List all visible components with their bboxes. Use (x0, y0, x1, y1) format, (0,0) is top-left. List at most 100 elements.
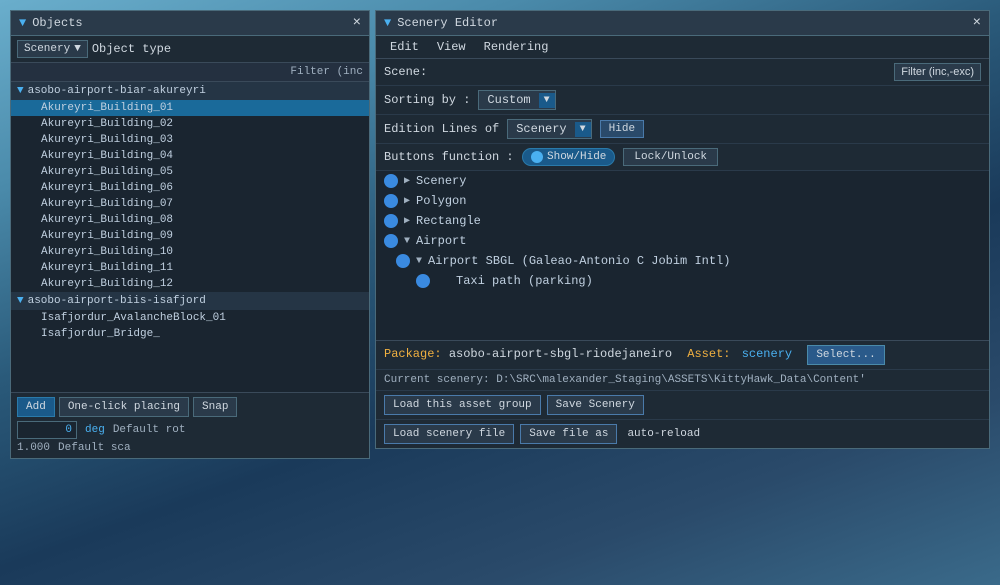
expand-icon: ▶ (404, 195, 410, 207)
s-dot (384, 174, 398, 188)
bottom-buttons: Add One-click placing Snap (17, 397, 363, 417)
objects-tree: ▼ asobo-airport-biar-akureyri Akureyri_B… (11, 82, 369, 392)
scenery-panel-titlebar: ▼ Scenery Editor × (376, 11, 989, 36)
s-tree-item-scenery[interactable]: ▶ Scenery (376, 171, 989, 191)
tree-item[interactable]: Akureyri_Building_01 (11, 100, 369, 116)
sort-row: Sorting by : Custom ▼ (376, 86, 989, 115)
bottom-row: deg Default rot (17, 421, 363, 439)
spacer (436, 274, 450, 288)
tree-item-label: Akureyri_Building_08 (41, 214, 173, 226)
tree-item[interactable]: Akureyri_Building_02 (11, 116, 369, 132)
menu-edit[interactable]: Edit (382, 38, 427, 56)
edition-dropdown[interactable]: Scenery ▼ (507, 119, 591, 139)
s-tree-item-airport-sbgl[interactable]: ▼ Airport SBGL (Galeao-Antonio C Jobim I… (376, 251, 989, 271)
buttons-function-label: Buttons function : (384, 150, 514, 164)
objects-panel: ▼ Objects × Scenery ▼ Object type Filter… (10, 10, 370, 459)
objects-panel-close-button[interactable]: × (353, 15, 361, 31)
add-button[interactable]: Add (17, 397, 55, 417)
edition-value: Scenery (508, 120, 574, 138)
s-tree-label: Rectangle (416, 214, 481, 228)
tree-item-label: Akureyri_Building_04 (41, 150, 173, 162)
tree-item[interactable]: Akureyri_Building_08 (11, 212, 369, 228)
package-value: asobo-airport-sbgl-riodejaneiro (449, 347, 672, 361)
hide-button[interactable]: Hide (600, 120, 644, 138)
expand-icon: ▼ (404, 236, 410, 247)
default-scale-label: Default sca (58, 442, 131, 454)
tree-item[interactable]: Akureyri_Building_03 (11, 132, 369, 148)
menu-view[interactable]: View (429, 38, 474, 56)
load-scenery-file-button[interactable]: Load scenery file (384, 424, 514, 444)
tree-item[interactable]: Isafjordur_Bridge_ (11, 326, 369, 342)
auto-reload-label: auto-reload (627, 428, 700, 440)
tree-item-label: Isafjordur_AvalancheBlock_01 (41, 312, 226, 324)
tree-item-label: Akureyri_Building_07 (41, 198, 173, 210)
tree-item[interactable]: Akureyri_Building_11 (11, 260, 369, 276)
objects-panel-titlebar: ▼ Objects × (11, 11, 369, 36)
tree-item-label: Akureyri_Building_05 (41, 166, 173, 178)
tree-item[interactable]: Akureyri_Building_06 (11, 180, 369, 196)
tree-item-label: Akureyri_Building_09 (41, 230, 173, 242)
show-hide-toggle[interactable]: Show/Hide (522, 148, 615, 166)
s-tree-item-airport[interactable]: ▼ Airport (376, 231, 989, 251)
sorting-value: Custom (479, 91, 538, 109)
one-click-placing-button[interactable]: One-click placing (59, 397, 189, 417)
scenery-panel-title-text: Scenery Editor (397, 16, 498, 30)
tree-item-label: Akureyri_Building_10 (41, 246, 173, 258)
scenery-panel-close-button[interactable]: × (973, 15, 981, 31)
scenery-dropdown-arrow: ▼ (74, 43, 81, 55)
sorting-label: Sorting by : (384, 93, 470, 107)
edition-arrow: ▼ (575, 122, 591, 137)
triangle-icon: ▼ (384, 16, 391, 30)
expand-icon: ▼ (416, 256, 422, 267)
scenery-dropdown[interactable]: Scenery ▼ (17, 40, 88, 58)
s-tree-item-rectangle[interactable]: ▶ Rectangle (376, 211, 989, 231)
s-tree-label: Airport SBGL (Galeao-Antonio C Jobim Int… (428, 254, 730, 268)
current-scenery-row: Current scenery: D:\SRC\malexander_Stagi… (376, 370, 989, 391)
s-dot (396, 254, 410, 268)
triangle-icon: ▼ (19, 16, 26, 30)
lock-unlock-button[interactable]: Lock/Unlock (623, 148, 718, 166)
tree-item-label: Akureyri_Building_01 (41, 102, 173, 114)
deg-input[interactable] (17, 421, 77, 439)
scale-value: 1.000 (17, 442, 50, 454)
tree-item[interactable]: Akureyri_Building_09 (11, 228, 369, 244)
menu-rendering[interactable]: Rendering (476, 38, 557, 56)
tree-item-label: Isafjordur_Bridge_ (41, 328, 160, 340)
save-file-as-button[interactable]: Save file as (520, 424, 617, 444)
tree-group-name: asobo-airport-biis-isafjord (28, 295, 206, 307)
tree-item[interactable]: Akureyri_Building_04 (11, 148, 369, 164)
action-buttons-row2: Load scenery file Save file as auto-relo… (376, 420, 989, 448)
objects-filter-bar: Filter (inc (11, 63, 369, 82)
package-row: Package: asobo-airport-sbgl-riodejaneiro… (376, 341, 989, 370)
save-scenery-button[interactable]: Save Scenery (547, 395, 644, 415)
objects-panel-title: ▼ Objects (19, 16, 83, 30)
objects-panel-title-text: Objects (32, 16, 82, 30)
snap-button[interactable]: Snap (193, 397, 237, 417)
buttons-function-row: Buttons function : Show/Hide Lock/Unlock (376, 144, 989, 171)
sorting-dropdown[interactable]: Custom ▼ (478, 90, 555, 110)
tree-item[interactable]: Akureyri_Building_10 (11, 244, 369, 260)
objects-panel-bottom: Add One-click placing Snap deg Default r… (11, 392, 369, 458)
s-tree-item-polygon[interactable]: ▶ Polygon (376, 191, 989, 211)
filter-button[interactable]: Filter (inc,-exc) (894, 63, 981, 81)
tree-item[interactable]: Akureyri_Building_12 (11, 276, 369, 292)
tree-group-biis[interactable]: ▼ asobo-airport-biis-isafjord (11, 292, 369, 310)
select-button[interactable]: Select... (807, 345, 884, 365)
group-collapse-icon: ▼ (17, 295, 24, 307)
objects-filter-label: Filter (inc (290, 66, 363, 78)
scenery-panel-title: ▼ Scenery Editor (384, 16, 498, 30)
tree-item[interactable]: Akureyri_Building_05 (11, 164, 369, 180)
tree-group-biar[interactable]: ▼ asobo-airport-biar-akureyri (11, 82, 369, 100)
s-dot (384, 214, 398, 228)
action-buttons-row1: Load this asset group Save Scenery (376, 391, 989, 420)
tree-item[interactable]: Akureyri_Building_07 (11, 196, 369, 212)
load-asset-group-button[interactable]: Load this asset group (384, 395, 541, 415)
sorting-arrow: ▼ (539, 93, 555, 108)
scale-row: 1.000 Default sca (17, 442, 363, 454)
show-hide-label: Show/Hide (547, 151, 606, 163)
s-tree-label: Scenery (416, 174, 466, 188)
tree-item[interactable]: Isafjordur_AvalancheBlock_01 (11, 310, 369, 326)
tree-group-name: asobo-airport-biar-akureyri (28, 85, 206, 97)
s-tree-item-taxi-path[interactable]: Taxi path (parking) (376, 271, 989, 291)
asset-value: scenery (742, 347, 792, 361)
